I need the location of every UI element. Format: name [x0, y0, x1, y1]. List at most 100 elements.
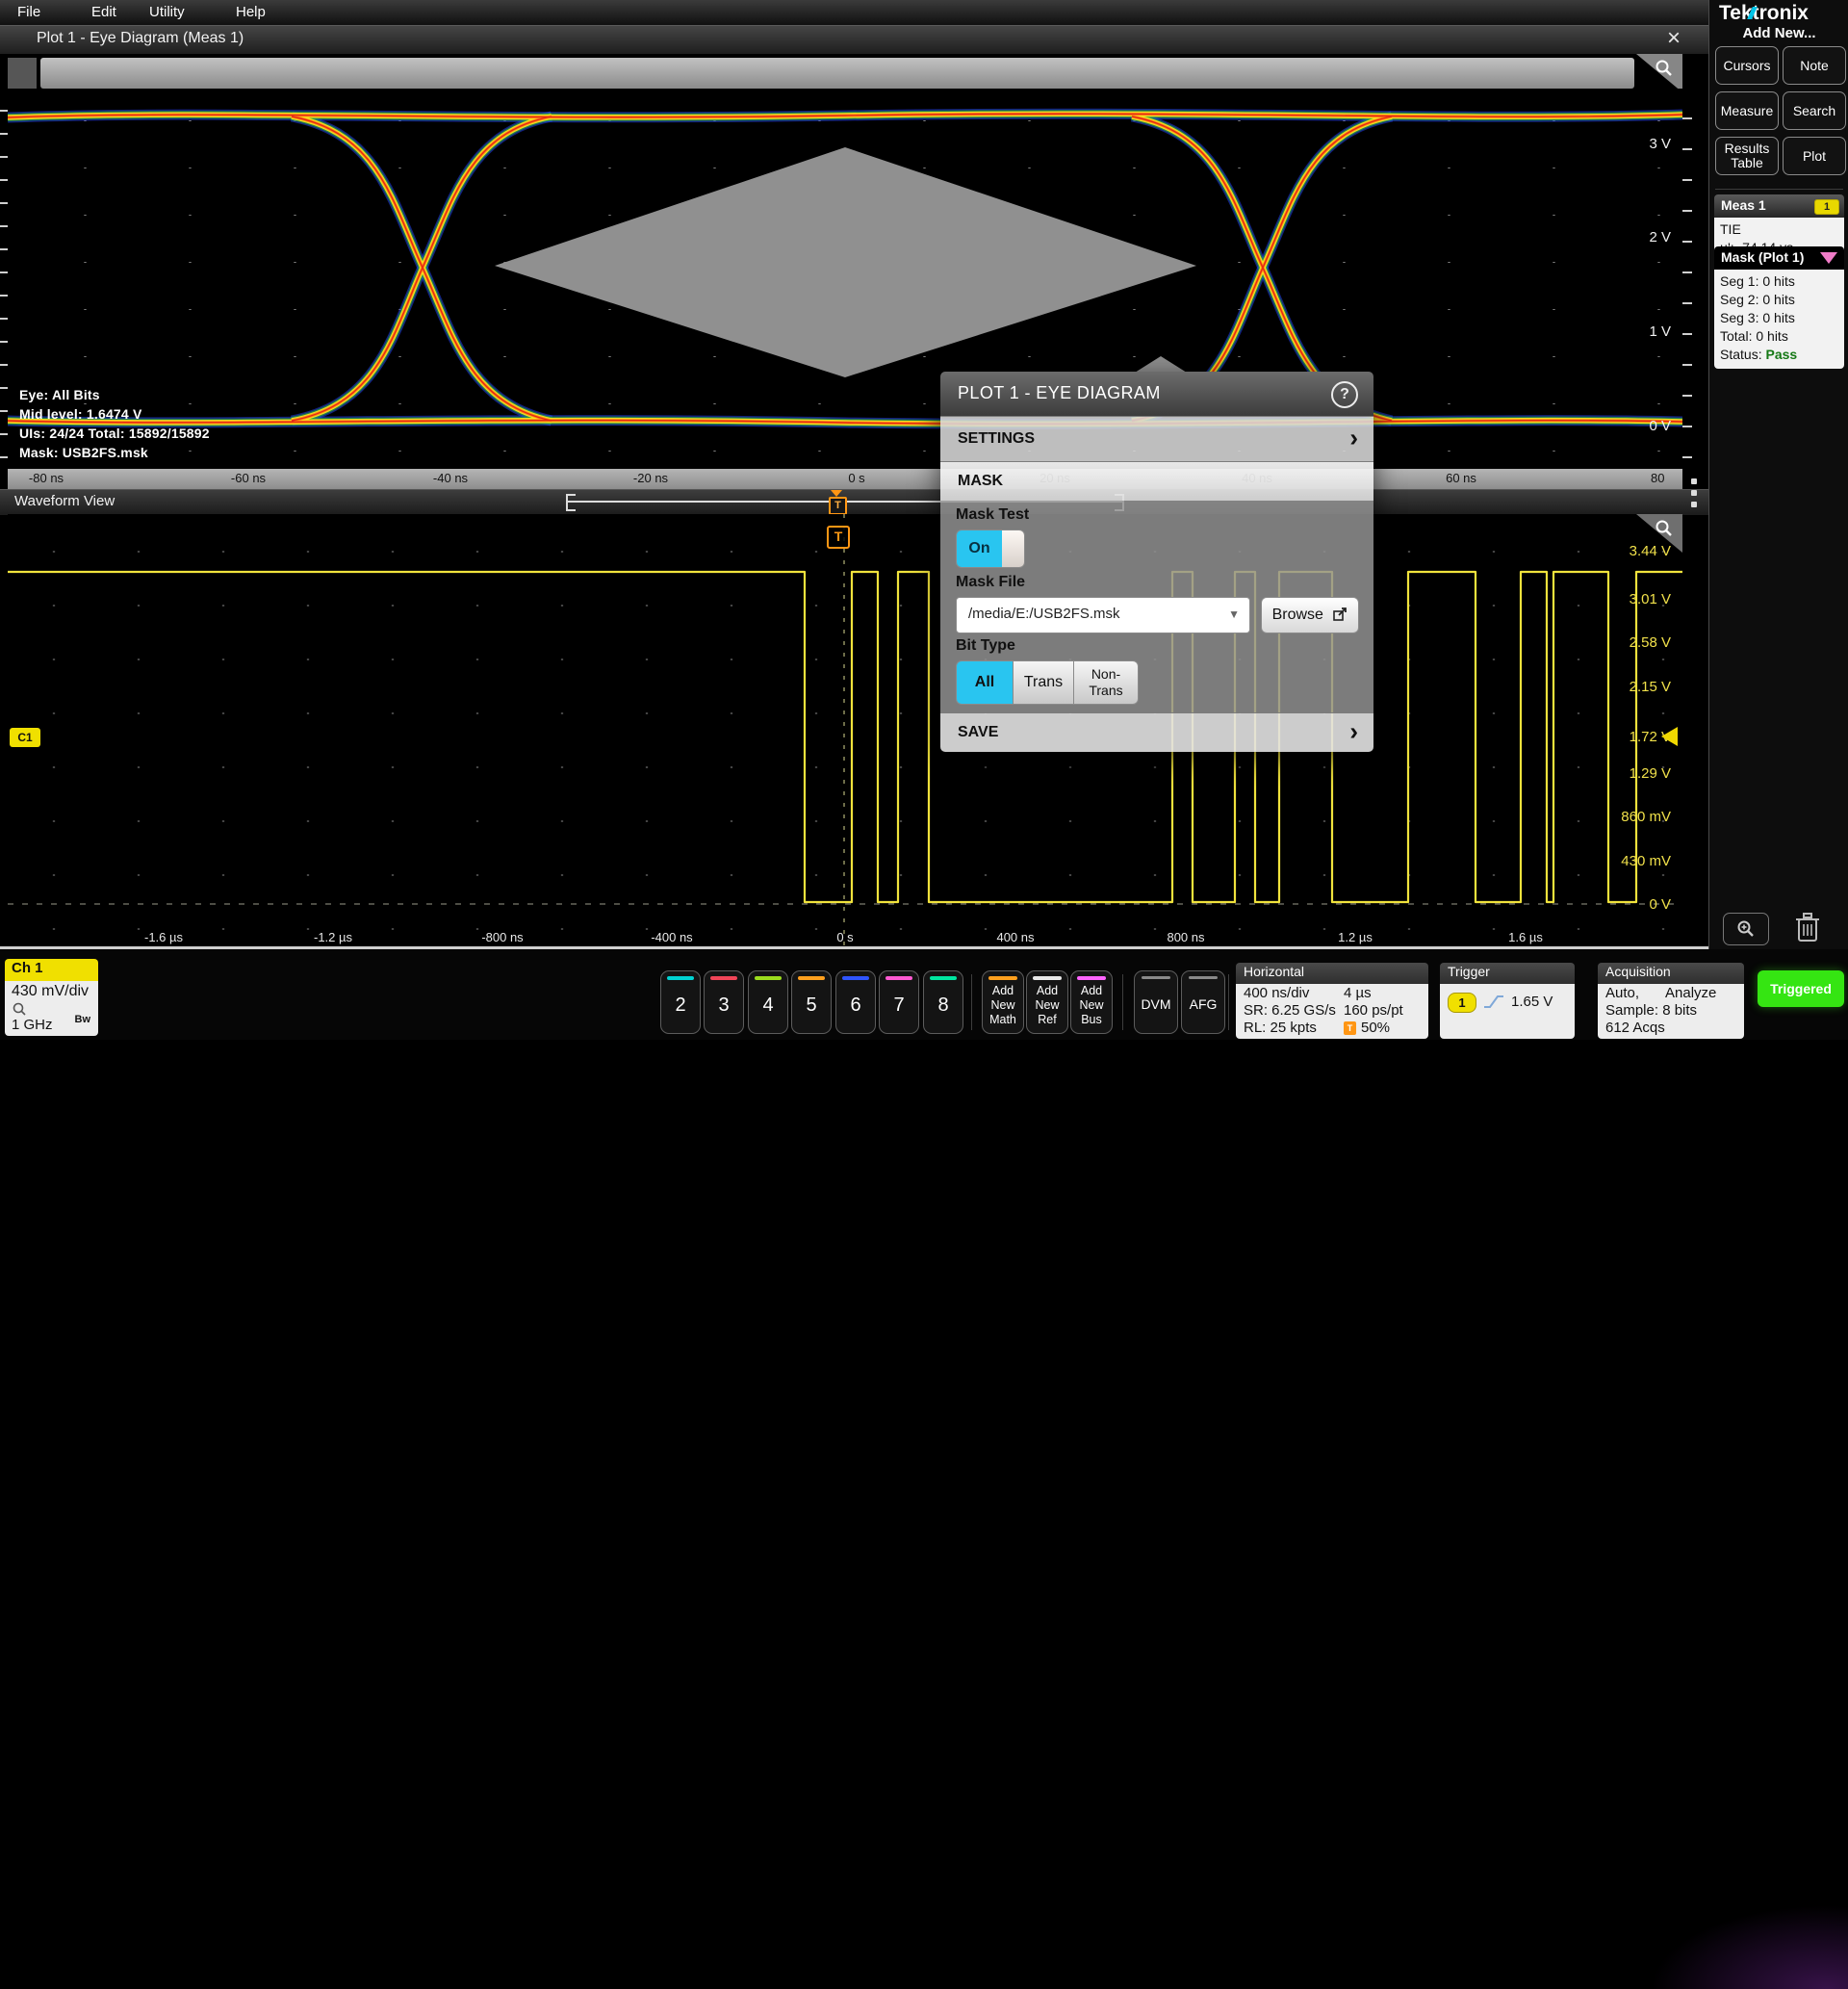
save-label: SAVE: [958, 724, 998, 741]
channel-5-button[interactable]: 5: [791, 970, 832, 1034]
dvm-button[interactable]: DVM: [1134, 970, 1178, 1034]
magnifier-icon: [1654, 58, 1675, 79]
ch1-title: Ch 1: [5, 959, 98, 981]
browse-button[interactable]: Browse: [1261, 597, 1359, 633]
axis-tick-label: 3.01 V: [1613, 591, 1671, 607]
eye-left-ticks: [0, 89, 8, 469]
channel-3-button[interactable]: 3: [704, 970, 744, 1034]
waveform-grid: [8, 514, 1682, 946]
channel-1-marker[interactable]: C1: [10, 728, 40, 747]
axis-tick-label: 2.58 V: [1613, 634, 1671, 651]
afg-button[interactable]: AFG: [1181, 970, 1225, 1034]
settings-label: SETTINGS: [958, 430, 1035, 448]
bit-type-label: Bit Type: [956, 637, 1015, 655]
add-search-button[interactable]: Search: [1783, 91, 1846, 130]
eye-plot-area: Eye: All Bits Mid level: 1.6474 V UIs: 2…: [0, 54, 1708, 489]
trigger-indicator-badge[interactable]: T: [827, 526, 850, 549]
acquisition-badge[interactable]: Acquisition Auto, Analyze Sample: 8 bits…: [1598, 963, 1744, 1039]
bit-type-nontrans-button[interactable]: Non- Trans: [1073, 660, 1139, 705]
axis-tick-label: 1.29 V: [1613, 765, 1671, 782]
bit-type-all-button[interactable]: All: [956, 660, 1014, 705]
axis-tick-label: 1.2 µs: [1338, 930, 1373, 944]
horizontal-position: 50%: [1361, 1020, 1390, 1036]
menu-edit[interactable]: Edit: [91, 0, 116, 20]
trigger-badge[interactable]: Trigger 1 1.65 V: [1440, 963, 1575, 1039]
rising-edge-icon: [1482, 994, 1505, 1010]
add-measure-button[interactable]: Measure: [1715, 91, 1779, 130]
triggered-status-indicator: Triggered: [1758, 970, 1844, 1007]
channel-2-button[interactable]: 2: [660, 970, 701, 1034]
bit-type-trans-button[interactable]: Trans: [1013, 660, 1074, 705]
divider: [1122, 974, 1123, 1030]
mask-section-label: MASK: [958, 473, 1003, 490]
channel-1-badge[interactable]: Ch 1 430 mV/div 1 GHz Bw: [5, 959, 98, 1036]
acquisition-analyze: Analyze: [1665, 985, 1716, 1001]
mask-badge-title: Mask (Plot 1): [1721, 249, 1804, 265]
toggle-knob: [1002, 530, 1024, 567]
mask-results-badge[interactable]: Mask (Plot 1) Seg 1: 0 hits Seg 2: 0 hit…: [1714, 246, 1844, 369]
channel-color-strip: [886, 976, 912, 980]
browse-label: Browse: [1272, 607, 1323, 623]
channel-4-button[interactable]: 4: [748, 970, 788, 1034]
menu-utility[interactable]: Utility: [149, 0, 185, 20]
ch1-bandwidth: 1 GHz: [12, 1017, 53, 1033]
add-new-math-button[interactable]: Add New Math: [982, 970, 1024, 1034]
plot-config-dialog: PLOT 1 - EYE DIAGRAM ? SETTINGS › MASK M…: [940, 372, 1373, 752]
channel-8-button[interactable]: 8: [923, 970, 963, 1034]
axis-tick-label: -400 ns: [651, 930, 692, 944]
slider-left-bracket: [566, 494, 576, 511]
mask-test-toggle[interactable]: On: [956, 530, 1025, 568]
acquisition-mode: Auto,: [1605, 985, 1639, 1001]
axis-tick-label: 0 s: [836, 930, 853, 944]
add-plot-button[interactable]: Plot: [1783, 137, 1846, 175]
add-new-ref-button[interactable]: Add New Ref: [1026, 970, 1068, 1034]
channel-color-strip: [755, 976, 782, 980]
eye-right-ticks: [1682, 89, 1692, 469]
waveform-window-title: Waveform View: [14, 493, 115, 509]
menu-file[interactable]: File: [17, 0, 40, 20]
magnifier-icon: [1654, 518, 1675, 539]
eye-x-axis-scrollbar[interactable]: -80 ns -60 ns -40 ns -20 ns 0 s 20 ns 40…: [8, 469, 1682, 489]
bandwidth-limit-icon: Bw: [75, 1014, 91, 1025]
axis-tick-label: 0 V: [1613, 896, 1671, 913]
math-color-strip: [988, 976, 1017, 980]
menu-help[interactable]: Help: [236, 0, 266, 20]
channel-level-arrow-icon[interactable]: [1661, 727, 1678, 746]
add-new-bus-button[interactable]: Add New Bus: [1070, 970, 1113, 1034]
window-divider-handle[interactable]: [1691, 478, 1697, 507]
eye-diagram-grid: Eye: All Bits Mid level: 1.6474 V UIs: 2…: [8, 89, 1682, 469]
help-icon[interactable]: ?: [1331, 381, 1358, 408]
axis-tick-label: -80 ns: [29, 471, 64, 485]
trigger-position-marker[interactable]: T: [829, 497, 847, 515]
mask-file-value: /media/E:/USB2FS.msk: [968, 606, 1120, 622]
mask-file-dropdown[interactable]: /media/E:/USB2FS.msk ▼: [956, 597, 1250, 633]
add-results-table-button[interactable]: Results Table: [1715, 137, 1779, 175]
chevron-right-icon: ›: [1349, 716, 1358, 746]
close-icon[interactable]: ×: [1657, 26, 1690, 53]
channel-7-button[interactable]: 7: [879, 970, 919, 1034]
settings-section-row[interactable]: SETTINGS ›: [940, 416, 1373, 461]
add-cursors-button[interactable]: Cursors: [1715, 46, 1779, 85]
axis-tick-label: 0 V: [1621, 418, 1671, 434]
mask-section-row[interactable]: MASK: [940, 461, 1373, 501]
trigger-position-arrow-icon[interactable]: [831, 490, 842, 497]
trash-button[interactable]: [1794, 911, 1821, 948]
mask-total-hits: Total: 0 hits: [1720, 327, 1838, 346]
horizontal-badge[interactable]: Horizontal 400 ns/div 4 µs SR: 6.25 GS/s…: [1236, 963, 1428, 1039]
dialog-header[interactable]: PLOT 1 - EYE DIAGRAM ?: [940, 372, 1373, 416]
eye-plot-pan-scrollbar[interactable]: [40, 58, 1634, 89]
add-note-button[interactable]: Note: [1783, 46, 1846, 85]
zoom-tool-button[interactable]: [1723, 913, 1769, 945]
axis-tick-label: 2.15 V: [1613, 679, 1671, 695]
channel-6-button[interactable]: 6: [835, 970, 876, 1034]
plot-window-titlebar[interactable]: [0, 25, 1708, 55]
divider: [971, 974, 972, 1030]
save-section-row[interactable]: SAVE ›: [940, 712, 1373, 752]
plot-window-title: Plot 1 - Eye Diagram (Meas 1): [37, 30, 244, 47]
axis-tick-label: -800 ns: [481, 930, 523, 944]
bottom-status-bar: Ch 1 430 mV/div 1 GHz Bw 2 3 4 5 6 7: [0, 949, 1848, 1040]
divider: [1228, 974, 1229, 1030]
axis-tick-label: 60 ns: [1446, 471, 1476, 485]
horizontal-resolution: 160 ps/pt: [1344, 1002, 1403, 1019]
channel-color-strip: [842, 976, 869, 980]
